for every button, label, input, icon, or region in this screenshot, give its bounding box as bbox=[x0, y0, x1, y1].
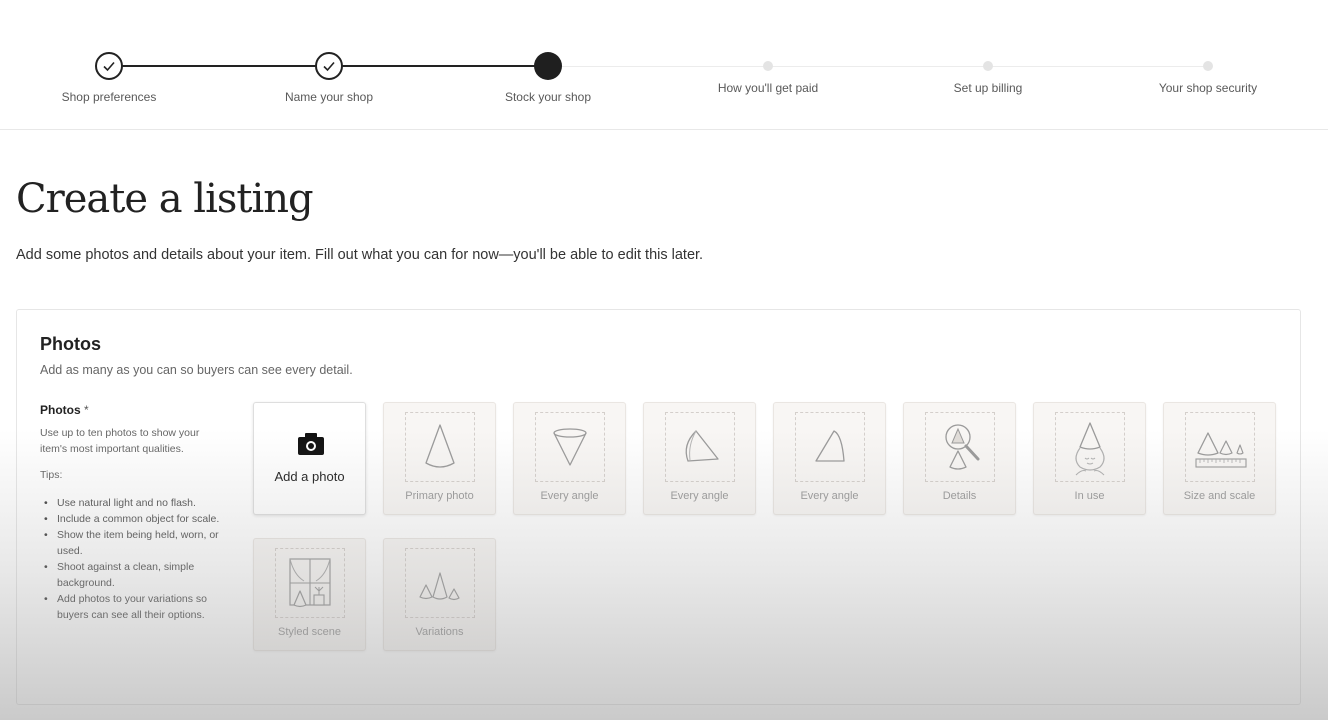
page-title: Create a listing bbox=[16, 176, 314, 222]
photo-slot-size-and-scale[interactable]: Size and scale bbox=[1163, 402, 1276, 515]
magnifier-cone-icon bbox=[945, 424, 980, 470]
pending-step-dot-icon bbox=[763, 61, 773, 71]
photos-field-info: Photos * Use up to ten photos to show yo… bbox=[40, 403, 225, 623]
camera-icon bbox=[298, 433, 324, 455]
slot-label: Every angle bbox=[670, 490, 729, 502]
pending-step-dot-icon bbox=[1203, 61, 1213, 71]
add-photo-label: Add a photo bbox=[274, 469, 345, 484]
tips-list: Use natural light and no flash. Include … bbox=[40, 495, 225, 623]
step-label: Name your shop bbox=[284, 90, 374, 104]
slot-label: Variations bbox=[415, 626, 464, 638]
cone-side-icon bbox=[815, 430, 845, 462]
tip-item: Include a common object for scale. bbox=[40, 511, 225, 527]
photo-slot-every-angle-1[interactable]: Every angle bbox=[513, 402, 626, 515]
photo-slot-variations[interactable]: Variations bbox=[383, 538, 496, 651]
step-set-up-billing: Set up billing bbox=[888, 52, 1088, 95]
photo-slot-every-angle-2[interactable]: Every angle bbox=[643, 402, 756, 515]
cone-tilted-icon bbox=[685, 430, 719, 462]
tip-item: Show the item being held, worn, or used. bbox=[40, 527, 225, 559]
field-label-text: Photos bbox=[40, 403, 81, 417]
tip-item: Shoot against a clean, simple background… bbox=[40, 559, 225, 591]
required-marker: * bbox=[84, 403, 89, 417]
step-shop-preferences[interactable]: Shop preferences bbox=[9, 52, 209, 104]
cone-hat-person-icon bbox=[1075, 422, 1105, 476]
slot-label: Size and scale bbox=[1183, 490, 1256, 502]
slot-label: Details bbox=[942, 490, 977, 502]
add-photo-button[interactable]: Add a photo bbox=[253, 402, 366, 515]
step-your-shop-security: Your shop security bbox=[1108, 52, 1308, 95]
step-label: Shop preferences bbox=[61, 90, 157, 104]
section-title: Photos bbox=[40, 334, 101, 354]
section-subtitle: Add as many as you can so buyers can see… bbox=[40, 363, 353, 377]
pending-step-dot-icon bbox=[983, 61, 993, 71]
photo-slot-details[interactable]: Details bbox=[903, 402, 1016, 515]
check-circle-icon bbox=[95, 52, 123, 80]
photos-help-text: Use up to ten photos to show your item's… bbox=[40, 427, 200, 455]
slot-label: In use bbox=[1074, 490, 1105, 502]
tip-item: Add photos to your variations so buyers … bbox=[40, 591, 225, 623]
step-name-your-shop[interactable]: Name your shop bbox=[229, 52, 429, 104]
step-label: How you'll get paid bbox=[717, 81, 819, 95]
photos-field-label: Photos * bbox=[40, 403, 225, 417]
step-stock-your-shop: Stock your shop bbox=[448, 52, 648, 104]
slot-label: Styled scene bbox=[278, 626, 341, 638]
current-step-dot-icon bbox=[534, 52, 562, 80]
slot-label: Every angle bbox=[540, 490, 599, 502]
tips-label: Tips: bbox=[40, 469, 63, 481]
cones-ruler-icon bbox=[1195, 432, 1247, 468]
cone-variations-icon bbox=[419, 572, 460, 601]
cone-icon bbox=[425, 424, 455, 468]
window-scene-icon bbox=[289, 558, 331, 608]
step-how-youll-get-paid: How you'll get paid bbox=[668, 52, 868, 95]
photo-slot-every-angle-3[interactable]: Every angle bbox=[773, 402, 886, 515]
check-circle-icon bbox=[315, 52, 343, 80]
step-label: Stock your shop bbox=[504, 90, 592, 104]
photo-slot-in-use[interactable]: In use bbox=[1033, 402, 1146, 515]
tip-item: Use natural light and no flash. bbox=[40, 495, 225, 511]
slot-label: Primary photo bbox=[405, 490, 474, 502]
progress-stepper: Shop preferences Name your shop Stock yo… bbox=[0, 0, 1328, 130]
cone-inverted-icon bbox=[553, 428, 587, 466]
page-subtitle: Add some photos and details about your i… bbox=[16, 247, 704, 263]
slot-label: Every angle bbox=[800, 490, 859, 502]
photos-section-card: Photos Add as many as you can so buyers … bbox=[16, 309, 1301, 705]
photo-slot-primary[interactable]: Primary photo bbox=[383, 402, 496, 515]
step-label: Your shop security bbox=[1158, 81, 1258, 95]
step-label: Set up billing bbox=[953, 81, 1023, 95]
photo-slot-styled-scene[interactable]: Styled scene bbox=[253, 538, 366, 651]
